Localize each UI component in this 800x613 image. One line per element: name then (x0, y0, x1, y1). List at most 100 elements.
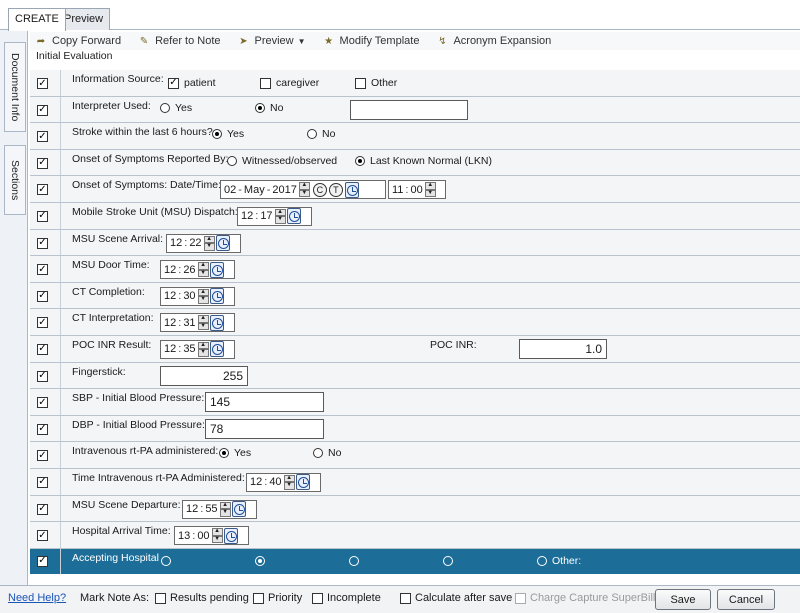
hospital-option-2-radio[interactable] (255, 555, 265, 566)
ct-interpretation-time-picker[interactable]: 12: 31 ▲ ▼ (160, 313, 235, 333)
time-spinner[interactable]: ▲ ▼ (274, 208, 286, 224)
onset-lkn-radio[interactable] (355, 155, 365, 166)
source-caregiver-checkbox[interactable] (260, 77, 271, 89)
need-help-link[interactable]: Need Help? (8, 592, 66, 604)
source-caregiver-option[interactable]: caregiver (260, 77, 319, 89)
onset-witnessed-option[interactable]: Witnessed/observed (227, 155, 337, 167)
time-spinner[interactable]: ▲ ▼ (211, 528, 223, 544)
acronym-expansion-button[interactable]: ↯ Acronym Expansion (435, 35, 551, 47)
minute-field[interactable]: 26 (183, 264, 195, 276)
row-include-checkbox[interactable]: ✓ (37, 423, 48, 435)
source-patient-option[interactable]: ✓ patient (168, 77, 216, 89)
today-button[interactable]: T (328, 182, 343, 197)
copy-forward-button[interactable]: ➦ Copy Forward (34, 35, 121, 47)
sbp-input[interactable]: 145 (205, 392, 324, 413)
row-include-checkbox[interactable]: ✓ (37, 530, 48, 542)
row-include-checkbox[interactable]: ✓ (37, 184, 48, 196)
hour-field[interactable]: 12 (186, 503, 198, 515)
hospital-option-4-radio[interactable] (443, 555, 453, 566)
iv-tpa-yes-option[interactable]: Yes (219, 447, 251, 459)
row-include-checkbox[interactable]: ✓ (37, 397, 48, 409)
side-tab-document-info[interactable]: Document Info (4, 42, 26, 132)
results-pending-option[interactable]: Results pending (155, 592, 249, 604)
msu-scene-arrival-time-picker[interactable]: 12: 22 ▲ ▼ (166, 233, 241, 253)
side-tab-sections[interactable]: Sections (4, 145, 26, 215)
clock-icon[interactable] (209, 341, 224, 358)
cancel-button[interactable]: Cancel (717, 589, 775, 610)
minute-field[interactable]: 35 (183, 343, 195, 355)
time-spinner[interactable]: ▲ ▼ (197, 341, 209, 357)
hospital-option-1-radio[interactable] (161, 555, 171, 566)
time-spinner[interactable]: ▲ ▼ (203, 235, 215, 251)
minute-field[interactable]: 31 (183, 317, 195, 329)
ct-completion-time-picker[interactable]: 12: 30 ▲ ▼ (160, 286, 235, 306)
onset-month[interactable]: May (244, 184, 265, 196)
hour-field[interactable]: 13 (178, 530, 190, 542)
minute-field[interactable]: 22 (189, 237, 201, 249)
iv-tpa-no-option[interactable]: No (313, 447, 341, 459)
hospital-arrival-picker[interactable]: 13: 00 ▲ ▼ (174, 526, 249, 546)
onset-day[interactable]: 02 (224, 184, 236, 196)
clock-icon[interactable] (286, 208, 301, 225)
row-include-checkbox[interactable]: ✓ (37, 157, 48, 169)
minute-field[interactable]: 40 (269, 476, 281, 488)
onset-year[interactable]: 2017 (272, 184, 296, 196)
results-pending-checkbox[interactable] (155, 592, 166, 604)
minute-field[interactable]: 30 (183, 290, 195, 302)
time-spinner[interactable]: ▲ ▼ (219, 501, 231, 517)
onset-date-picker[interactable]: 02- May - 2017 ▲ ▼ C T (220, 180, 386, 200)
stroke-yes-radio[interactable] (212, 129, 222, 140)
onset-hour[interactable]: 11 (392, 184, 403, 196)
calculate-after-save-checkbox[interactable] (400, 592, 411, 604)
clock-icon[interactable] (209, 314, 224, 331)
priority-option[interactable]: Priority (253, 592, 302, 604)
row-include-checkbox[interactable]: ✓ (37, 555, 48, 567)
row-include-checkbox[interactable]: ✓ (37, 104, 48, 116)
row-include-checkbox[interactable]: ✓ (37, 317, 48, 329)
interpreter-yes-radio[interactable] (160, 102, 170, 113)
refer-to-note-button[interactable]: ✎ Refer to Note (137, 35, 221, 47)
stroke-no-radio[interactable] (307, 129, 317, 140)
row-include-checkbox[interactable]: ✓ (37, 343, 48, 355)
interpreter-text-input[interactable] (350, 99, 468, 120)
onset-witnessed-radio[interactable] (227, 155, 237, 166)
priority-checkbox[interactable] (253, 592, 264, 604)
stroke-no-option[interactable]: No (307, 128, 335, 140)
incomplete-checkbox[interactable] (312, 592, 323, 604)
clock-icon[interactable] (344, 181, 359, 198)
clock-icon[interactable] (215, 235, 230, 252)
iv-tpa-no-radio[interactable] (313, 448, 323, 459)
interpreter-no-radio[interactable] (255, 102, 265, 113)
calculate-after-save-option[interactable]: Calculate after save (400, 592, 512, 604)
clock-icon[interactable] (209, 288, 224, 305)
tab-create[interactable]: CREATE (8, 8, 66, 31)
row-include-checkbox[interactable]: ✓ (37, 476, 48, 488)
modify-template-button[interactable]: ★ Modify Template (322, 35, 419, 47)
minute-field[interactable]: 17 (260, 210, 272, 222)
row-include-checkbox[interactable]: ✓ (37, 264, 48, 276)
msu-door-time-picker[interactable]: 12: 26 ▲ ▼ (160, 260, 235, 280)
row-include-checkbox[interactable]: ✓ (37, 370, 48, 382)
minute-field[interactable]: 00 (197, 530, 209, 542)
row-include-checkbox[interactable]: ✓ (37, 210, 48, 222)
poc-inr-time-picker[interactable]: 12: 35 ▲ ▼ (160, 339, 235, 359)
iv-tpa-yes-radio[interactable] (219, 448, 229, 459)
row-include-checkbox[interactable]: ✓ (37, 237, 48, 249)
interpreter-yes-option[interactable]: Yes (160, 102, 192, 114)
source-other-checkbox[interactable] (355, 77, 366, 89)
hour-field[interactable]: 12 (241, 210, 253, 222)
row-include-checkbox[interactable]: ✓ (37, 131, 48, 143)
msu-scene-departure-picker[interactable]: 12: 55 ▲ ▼ (182, 499, 257, 519)
time-iv-tpa-picker[interactable]: 12: 40 ▲ ▼ (246, 472, 321, 492)
hospital-other-radio[interactable] (537, 555, 547, 566)
row-include-checkbox[interactable]: ✓ (37, 78, 48, 89)
interpreter-no-option[interactable]: No (255, 102, 283, 114)
time-spinner[interactable]: ▲ ▼ (283, 474, 295, 490)
time-spinner[interactable]: ▲ ▼ (424, 182, 436, 198)
hour-field[interactable]: 12 (250, 476, 262, 488)
hospital-option-3-radio[interactable] (349, 555, 359, 566)
hour-field[interactable]: 12 (164, 290, 176, 302)
current-date-button[interactable]: C (312, 182, 327, 197)
clock-icon[interactable] (231, 501, 246, 517)
row-include-checkbox[interactable]: ✓ (37, 290, 48, 302)
